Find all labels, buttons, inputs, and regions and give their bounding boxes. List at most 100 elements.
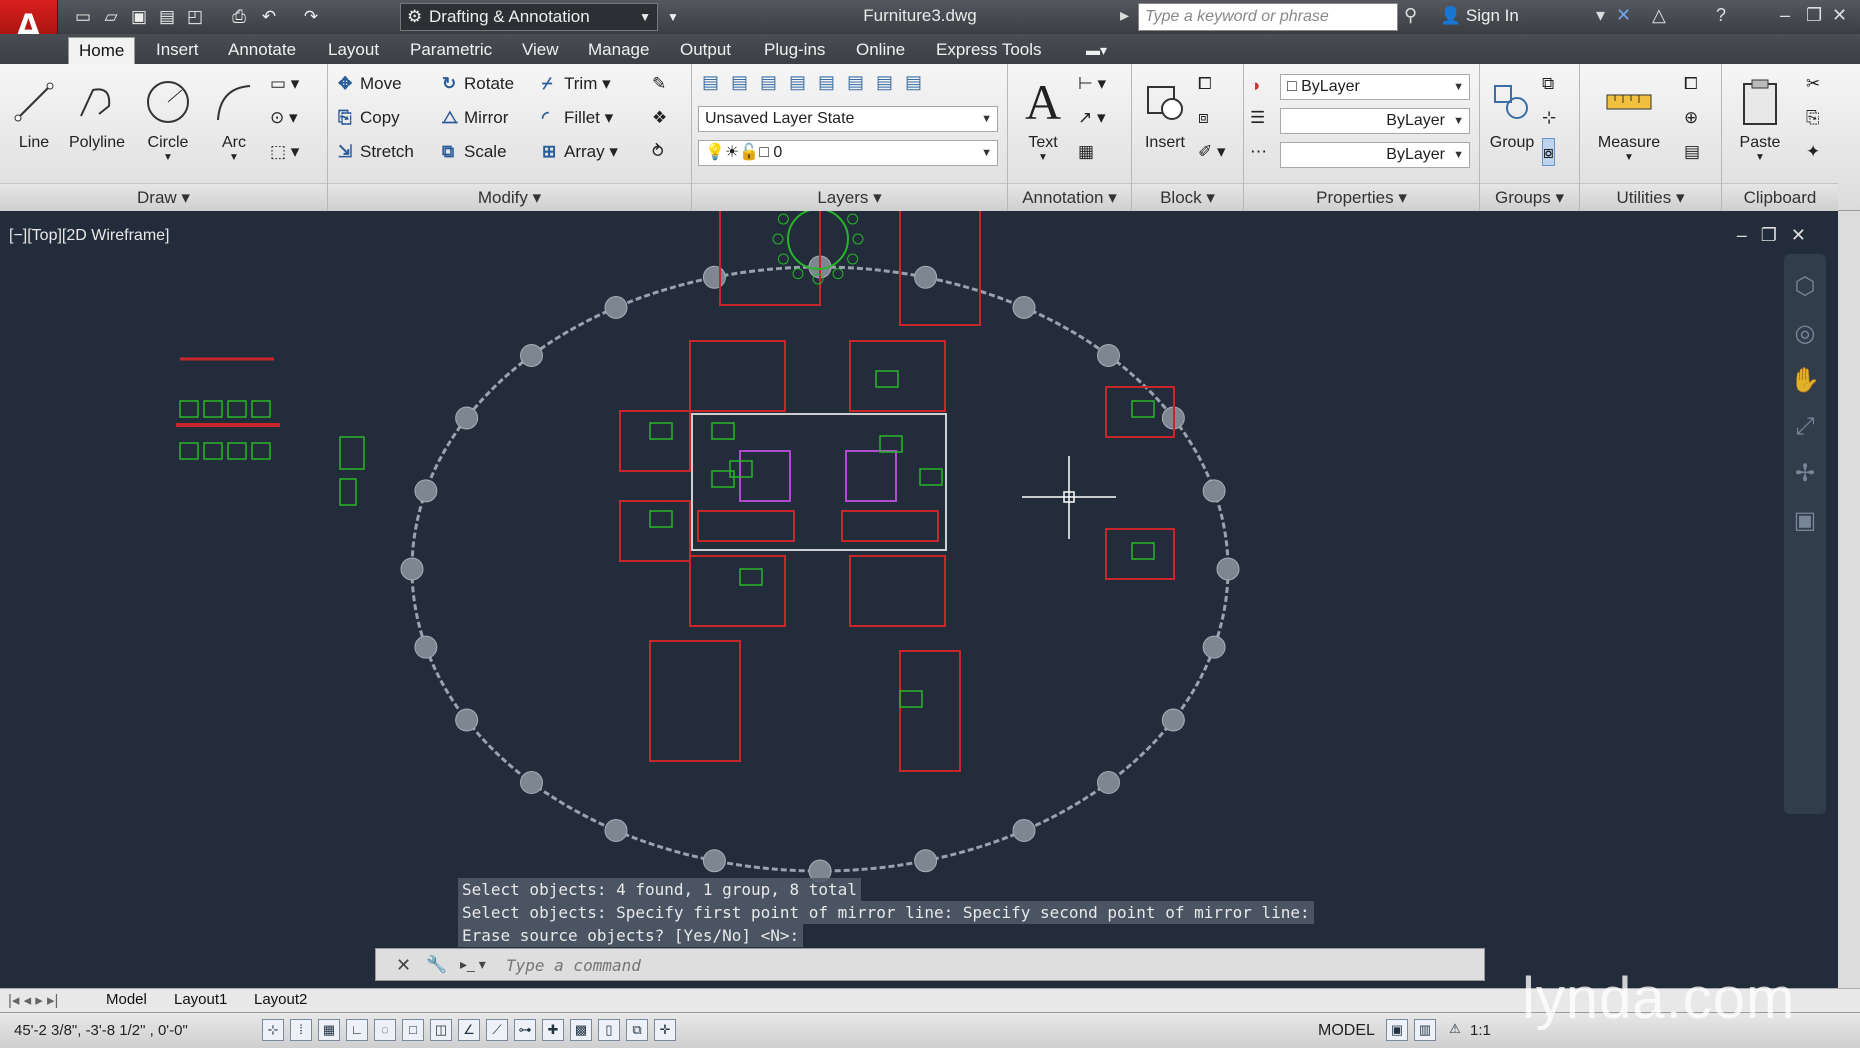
layer-state-dropdown[interactable]: Unsaved Layer State ▼	[698, 106, 998, 132]
lineweight-toggle-icon[interactable]: ✚	[542, 1019, 564, 1041]
print-icon[interactable]: ⎙	[228, 5, 250, 29]
leader-icon[interactable]: ↗ ▾	[1078, 104, 1106, 132]
lineweight-icon[interactable]: ☰	[1250, 104, 1265, 132]
calculator-icon[interactable]: ▤	[1684, 138, 1700, 166]
command-prompt-icon[interactable]: ▸_ ▾	[460, 956, 486, 973]
annotation-scale-icon[interactable]: ⚠	[1444, 1019, 1466, 1041]
tab-layout[interactable]: Layout	[318, 37, 389, 64]
lineweight-dropdown[interactable]: ByLayer ▼	[1280, 108, 1470, 134]
tab-express-tools[interactable]: Express Tools	[926, 37, 1052, 64]
tab-insert[interactable]: Insert	[146, 37, 209, 64]
workspace-selector[interactable]: ⚙ Drafting & Annotation ▼	[400, 3, 658, 31]
edit-block-icon[interactable]: ⧈	[1198, 104, 1209, 132]
dynamic-ucs-icon[interactable]: ⟋	[486, 1019, 508, 1041]
ungroup-icon[interactable]: ⧉	[1542, 70, 1554, 98]
annotation-panel-label[interactable]: Annotation ▾	[1008, 183, 1131, 211]
group-selection-icon[interactable]: ⧇	[1542, 138, 1555, 166]
transparency-icon[interactable]: ▩	[570, 1019, 592, 1041]
tab-view[interactable]: View	[512, 37, 569, 64]
close-icon[interactable]: ✕	[396, 955, 411, 976]
tab-manage[interactable]: Manage	[578, 37, 659, 64]
zoom-icon[interactable]: ⤢	[1784, 413, 1826, 441]
hatch-icon[interactable]: ⊙ ▾	[270, 104, 298, 132]
search-input[interactable]: Type a keyword or phrase	[1138, 3, 1398, 31]
scale-button[interactable]: ⧉ Scale	[442, 138, 507, 166]
quick-view-drawings-icon[interactable]: ▥	[1414, 1019, 1436, 1041]
model-space-toggle[interactable]: MODEL	[1318, 1022, 1375, 1040]
modify-panel-label[interactable]: Modify ▾	[328, 183, 691, 211]
autodesk360-icon[interactable]: △	[1652, 5, 1666, 26]
showmotion-icon[interactable]: ▣	[1784, 506, 1826, 535]
measure-button[interactable]: Measure ▼	[1586, 70, 1672, 163]
quick-view-layouts-icon[interactable]: ▣	[1386, 1019, 1408, 1041]
restore-icon[interactable]: ❐	[1806, 5, 1822, 26]
tab-navigation-icons[interactable]: |◂ ◂ ▸ ▸|	[8, 991, 58, 1009]
customize-qat-icon[interactable]: ▼	[662, 5, 684, 29]
rectangle-icon[interactable]: ▭ ▾	[270, 70, 299, 98]
copy-clip-icon[interactable]: ⎘	[1806, 104, 1820, 132]
quick-properties-icon[interactable]: ▯	[598, 1019, 620, 1041]
dynamic-input-icon[interactable]: ⊶	[514, 1019, 536, 1041]
create-block-icon[interactable]: ⧠	[1198, 70, 1212, 98]
clipboard-panel-label[interactable]: Clipboard	[1722, 183, 1838, 211]
mirror-button[interactable]: ⧍ Mirror	[442, 104, 508, 132]
insert-button[interactable]: Insert	[1136, 70, 1194, 152]
wrench-icon[interactable]: 🔧	[426, 955, 447, 975]
explode-icon[interactable]: ❖	[652, 104, 667, 132]
table-icon[interactable]: ▦	[1078, 138, 1094, 166]
layers-panel-label[interactable]: Layers ▾	[692, 183, 1007, 211]
viewport-window-controls[interactable]: –❐✕	[1737, 225, 1820, 246]
steering-wheel-icon[interactable]: ◎	[1784, 319, 1826, 348]
match-properties-icon[interactable]: ◑	[1250, 72, 1260, 100]
pan-icon[interactable]: ✋	[1784, 366, 1826, 395]
chevron-down-icon[interactable]: ▾	[1596, 5, 1605, 26]
circle-button[interactable]: Circle ▼	[136, 70, 200, 163]
attribute-icon[interactable]: ✐ ▾	[1198, 138, 1226, 166]
exchange-icon[interactable]: ✕	[1616, 5, 1631, 26]
offset-icon[interactable]: ⥁	[652, 138, 664, 166]
ortho-mode-icon[interactable]: ∟	[346, 1019, 368, 1041]
redo-icon[interactable]: ↷	[300, 5, 322, 29]
binoculars-icon[interactable]: ⚲	[1404, 5, 1417, 26]
annotation-monitor-icon[interactable]: ✛	[654, 1019, 676, 1041]
object-snap-tracking-icon[interactable]: ∠	[458, 1019, 480, 1041]
block-panel-label[interactable]: Block ▾	[1132, 183, 1243, 211]
save-as-icon[interactable]: ▤	[156, 5, 178, 29]
grid-display-icon[interactable]: ▦	[318, 1019, 340, 1041]
tab-home[interactable]: Home	[68, 37, 136, 64]
sign-in-button[interactable]: 👤 Sign In	[1440, 6, 1519, 26]
tab-layout1[interactable]: Layout1	[174, 991, 227, 1008]
chevron-right-icon[interactable]: ▸	[1120, 5, 1129, 26]
layer-tools-icons[interactable]: ▤▤▤▤▤▤▤▤	[702, 72, 934, 93]
utilities-panel-label[interactable]: Utilities ▾	[1580, 183, 1721, 211]
rotate-button[interactable]: ↻ Rotate	[442, 70, 514, 98]
new-icon[interactable]: ▭	[72, 5, 94, 29]
polar-tracking-icon[interactable]: ◌	[374, 1019, 396, 1041]
vertical-scrollbar[interactable]	[1838, 211, 1860, 1001]
layer-dropdown[interactable]: 💡☀🔓□ 0 ▼	[698, 140, 998, 166]
linetype-dropdown[interactable]: ByLayer ▼	[1280, 142, 1470, 168]
array-button[interactable]: ⊞ Array ▾	[542, 138, 618, 166]
id-point-icon[interactable]: ⊕	[1684, 104, 1698, 132]
tab-parametric[interactable]: Parametric	[400, 37, 502, 64]
ribbon-toggle-icon[interactable]: ▬▾	[1076, 37, 1117, 64]
tab-annotate[interactable]: Annotate	[218, 37, 306, 64]
color-dropdown[interactable]: □ ByLayer ▼	[1280, 74, 1470, 100]
snap-mode-icon[interactable]: ⁞	[290, 1019, 312, 1041]
move-button[interactable]: ✥ Move	[338, 70, 402, 98]
quick-select-icon[interactable]: ⧠	[1684, 70, 1698, 98]
trim-button[interactable]: ⌿ Trim ▾	[542, 70, 611, 98]
viewport-controls[interactable]: [−][Top][2D Wireframe]	[9, 227, 170, 245]
tab-plug-ins[interactable]: Plug-ins	[754, 37, 835, 64]
plot-preview-icon[interactable]: ◰	[184, 5, 206, 29]
draw-panel-label[interactable]: Draw ▾	[0, 183, 327, 211]
selection-cycling-icon[interactable]: ⧉	[626, 1019, 648, 1041]
view-cube-icon[interactable]: ⬡	[1784, 272, 1826, 301]
line-button[interactable]: Line	[6, 70, 62, 152]
group-edit-icon[interactable]: ⊹	[1542, 104, 1556, 132]
match-icon[interactable]: ✦	[1806, 138, 1820, 166]
copy-button[interactable]: ⎘ Copy	[338, 104, 400, 132]
cut-icon[interactable]: ✂	[1806, 70, 1820, 98]
object-snap-icon[interactable]: □	[402, 1019, 424, 1041]
annotation-scale[interactable]: 1:1	[1470, 1022, 1491, 1039]
